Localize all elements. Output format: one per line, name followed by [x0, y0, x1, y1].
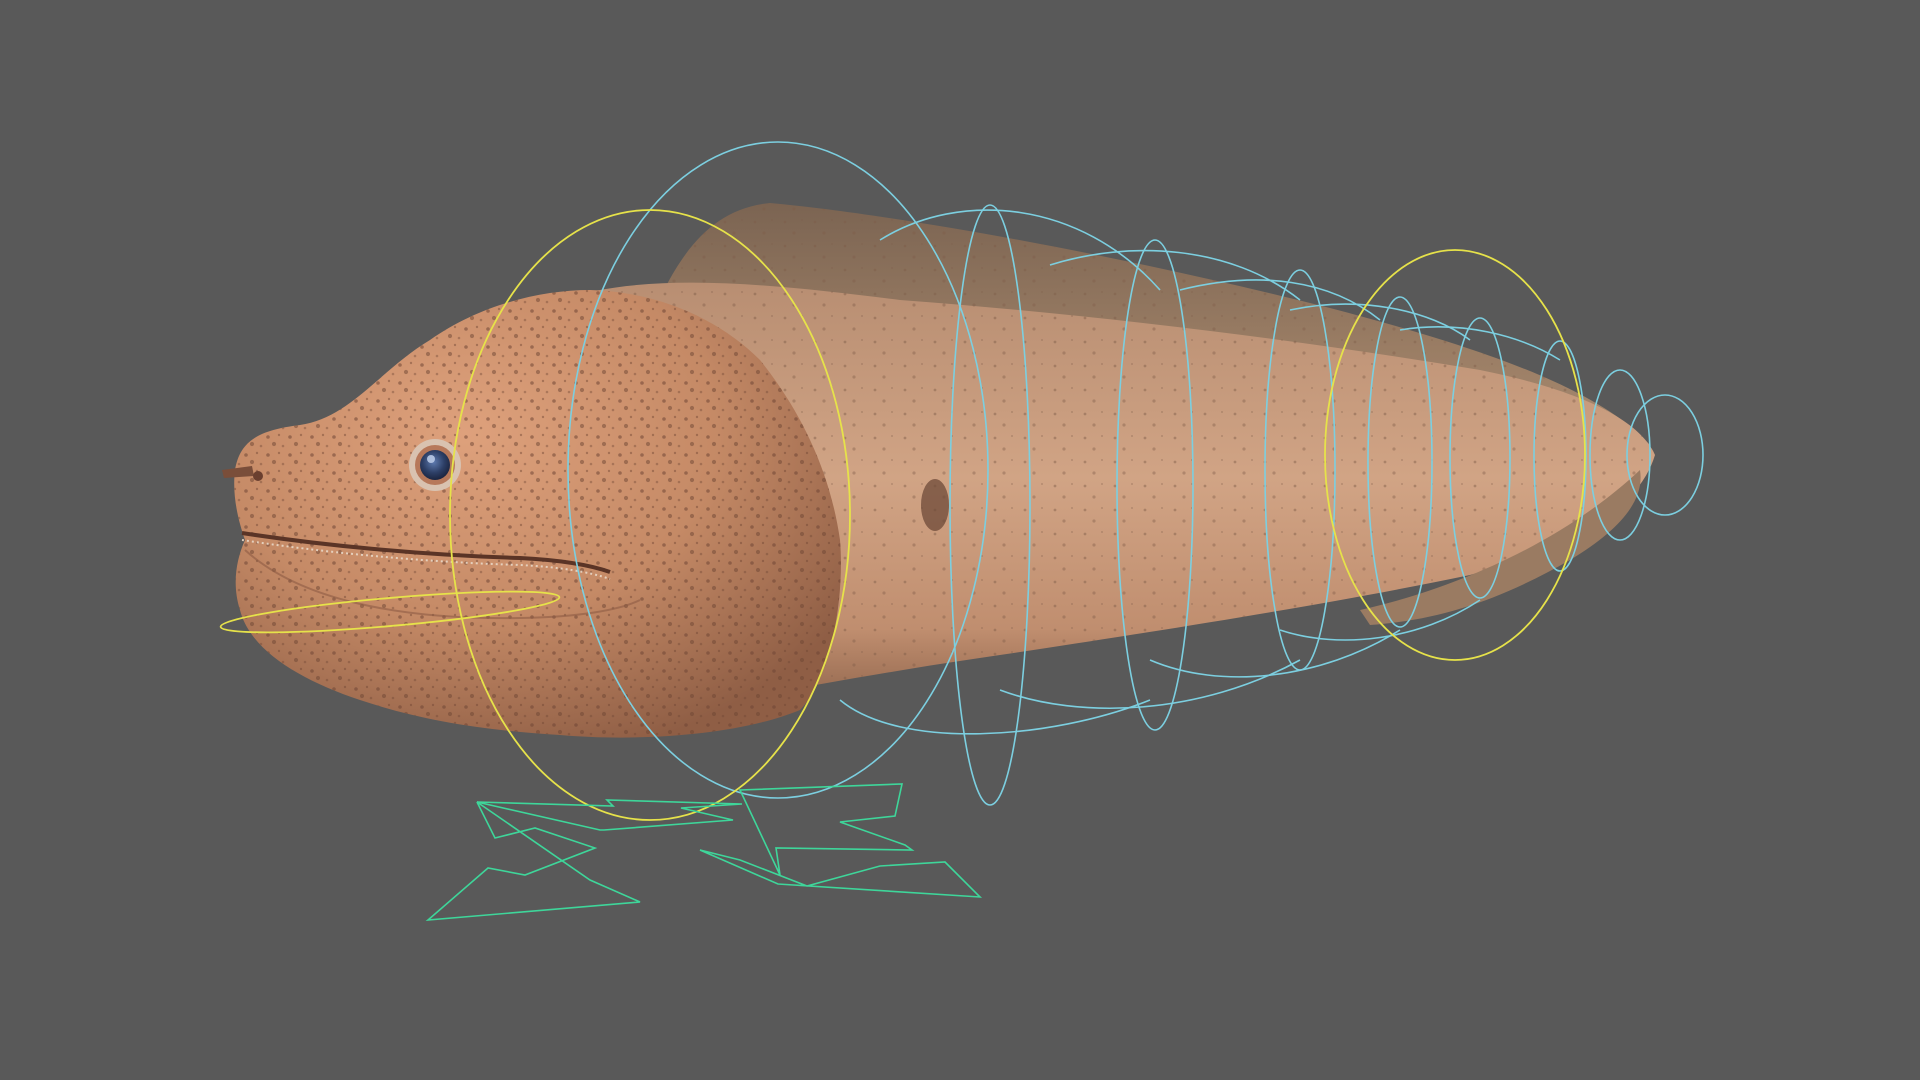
nostril-hole — [253, 471, 263, 481]
gill-opening — [921, 479, 949, 531]
root-control[interactable] — [425, 783, 983, 922]
root-control-arrow-upper-left[interactable] — [476, 799, 743, 831]
root-control-arrow-left[interactable] — [425, 801, 641, 922]
viewport-canvas[interactable] — [0, 0, 1920, 1080]
root-control-arrow-lower-right[interactable] — [699, 849, 983, 898]
3d-viewport[interactable] — [0, 0, 1920, 1080]
